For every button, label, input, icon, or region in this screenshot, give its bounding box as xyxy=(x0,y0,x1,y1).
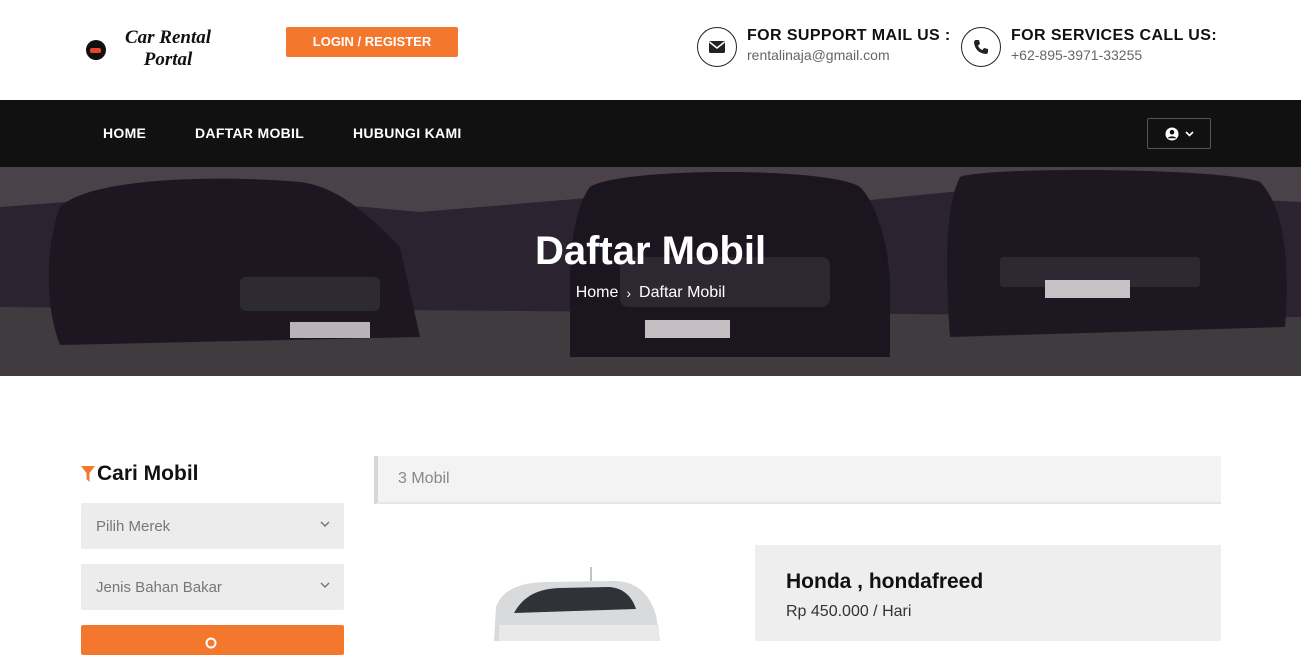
search-icon xyxy=(205,637,217,649)
chevron-down-icon xyxy=(320,582,330,589)
user-menu-button[interactable] xyxy=(1147,118,1211,149)
breadcrumb: Home › Daftar Mobil xyxy=(0,284,1301,302)
search-car-button[interactable] xyxy=(81,625,344,655)
car-logo-icon xyxy=(86,40,106,60)
page-hero-banner: Daftar Mobil Home › Daftar Mobil xyxy=(0,167,1301,376)
services-phone[interactable]: +62-895-3971-33255 xyxy=(1011,47,1142,63)
car-info-panel: Honda , hondafreed Rp 450.000 / Hari xyxy=(755,545,1221,641)
chevron-right-icon: › xyxy=(626,285,632,301)
top-header: Car Rental Portal LOGIN / REGISTER FOR S… xyxy=(0,0,1301,100)
page-title: Daftar Mobil xyxy=(534,229,767,273)
breadcrumb-home[interactable]: Home xyxy=(576,284,619,302)
support-mail-block: FOR SUPPORT MAIL US : rentalinaja@gmail.… xyxy=(697,27,957,69)
result-count-bar: 3 Mobil xyxy=(374,456,1221,504)
car-photo xyxy=(494,567,660,641)
nav-home[interactable]: HOME xyxy=(103,125,146,141)
brand-select-value: Pilih Merek xyxy=(96,518,171,535)
chevron-down-icon xyxy=(1185,131,1194,137)
envelope-icon xyxy=(697,27,737,67)
nav-daftar-mobil[interactable]: DAFTAR MOBIL xyxy=(195,125,304,141)
brand-select[interactable]: Pilih Merek xyxy=(81,503,344,549)
user-circle-icon xyxy=(1165,127,1179,141)
car-price: Rp 450.000 / Hari xyxy=(786,603,912,620)
breadcrumb-current: Daftar Mobil xyxy=(639,284,726,301)
logo-line-1: Car Rental xyxy=(124,27,212,48)
car-name[interactable]: Honda , hondafreed xyxy=(786,570,983,594)
nav-hubungi-kami[interactable]: HUBUNGI KAMI xyxy=(353,125,462,141)
filter-icon xyxy=(81,466,95,482)
chevron-down-icon xyxy=(320,521,330,528)
fuel-type-select[interactable]: Jenis Bahan Bakar xyxy=(81,564,344,610)
site-logo[interactable]: Car Rental Portal xyxy=(84,27,224,73)
support-email[interactable]: rentalinaja@gmail.com xyxy=(747,47,890,63)
search-panel-label: Cari Mobil xyxy=(97,462,199,485)
logo-text: Car Rental Portal xyxy=(108,27,228,71)
phone-icon xyxy=(961,27,1001,67)
car-image[interactable] xyxy=(374,545,755,641)
services-call-block: FOR SERVICES CALL US: +62-895-3971-33255 xyxy=(961,27,1221,69)
services-title: FOR SERVICES CALL US: xyxy=(1011,27,1218,44)
fuel-select-value: Jenis Bahan Bakar xyxy=(96,579,222,596)
login-register-button[interactable]: LOGIN / REGISTER xyxy=(286,27,458,57)
logo-line-2: Portal xyxy=(143,49,193,70)
result-count: 3 Mobil xyxy=(398,470,450,487)
main-navbar: HOME DAFTAR MOBIL HUBUNGI KAMI xyxy=(0,100,1301,167)
support-title: FOR SUPPORT MAIL US : xyxy=(747,27,951,44)
